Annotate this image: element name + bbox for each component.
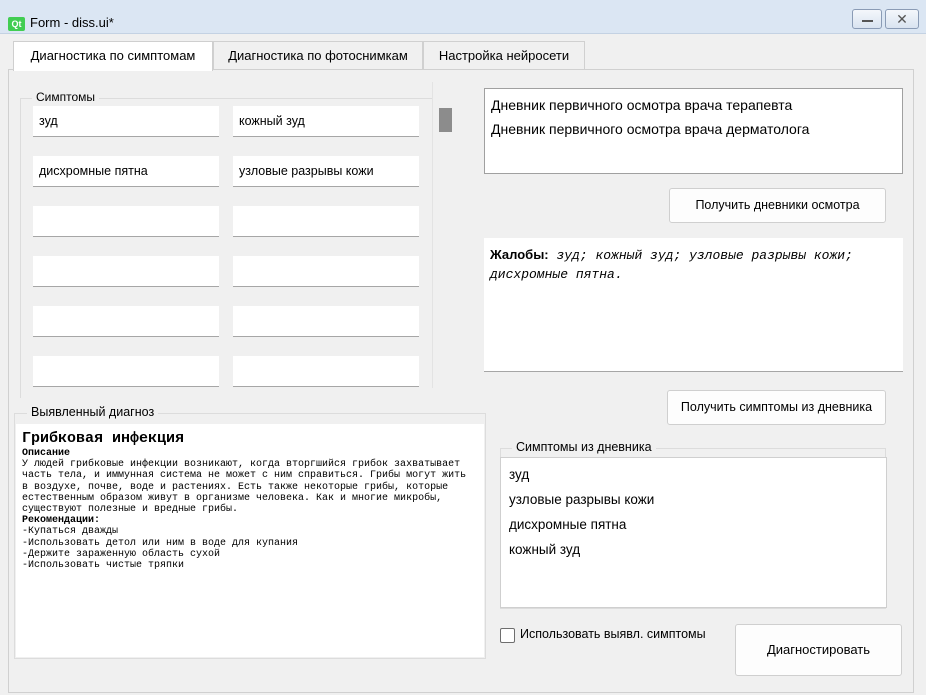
- window-title: Form - diss.ui*: [30, 15, 114, 30]
- diagnosis-heading: Грибковая инфекция: [22, 430, 185, 447]
- journal-item[interactable]: Дневник первичного осмотра врача дермато…: [491, 117, 896, 141]
- tab-symptom-diagnosis[interactable]: Диагностика по симптомам: [13, 41, 213, 71]
- recommendations-label: Рекомендации:: [22, 515, 101, 527]
- symptom-field[interactable]: [33, 306, 219, 337]
- qt-logo-icon: Qt: [8, 17, 25, 31]
- recommendation-item: -Использовать чистые тряпки: [22, 560, 185, 572]
- close-button[interactable]: ✕: [885, 9, 919, 29]
- symptom-field[interactable]: [33, 356, 219, 387]
- list-item[interactable]: узловые разрывы кожи: [509, 487, 878, 512]
- description-text: У людей грибковые инфекции возникают, ко…: [22, 459, 467, 516]
- symptoms-group-title: Симптомы: [32, 90, 100, 104]
- complaints-label: Жалобы:: [490, 247, 549, 262]
- recommendation-item: -Использовать детол или ним в воде для к…: [22, 537, 299, 549]
- diagnosis-text-area[interactable]: Грибковая инфекция Описание У людей гриб…: [16, 424, 484, 657]
- symptom-field[interactable]: [233, 356, 419, 387]
- title-bar: [0, 0, 926, 34]
- tab-photo-diagnosis[interactable]: Диагностика по фотоснимкам: [213, 41, 423, 69]
- journals-list[interactable]: Дневник первичного осмотра врача терапев…: [484, 88, 903, 174]
- diagnosis-group-title: Выявленный диагноз: [27, 405, 159, 419]
- symptom-field[interactable]: [33, 206, 219, 237]
- symptom-field[interactable]: [233, 206, 419, 237]
- tab-network-settings[interactable]: Настройка нейросети: [423, 41, 585, 69]
- minimize-button[interactable]: [852, 9, 882, 29]
- minimize-icon: [862, 20, 873, 22]
- complaints-text-area[interactable]: Жалобы: зуд; кожный зуд; узловые разрывы…: [484, 238, 903, 372]
- symptoms-scrollbar-thumb[interactable]: [439, 108, 452, 132]
- symptom-field[interactable]: [33, 106, 219, 137]
- symptom-field[interactable]: [33, 156, 219, 187]
- recommendation-item: -Держите зараженную область сухой: [22, 548, 221, 560]
- journal-symptoms-list[interactable]: зуд узловые разрывы кожи дисхромные пятн…: [500, 457, 887, 608]
- get-journals-button[interactable]: Получить дневники осмотра: [669, 188, 886, 223]
- get-symptoms-from-journal-button[interactable]: Получить симптомы из дневника: [667, 390, 886, 425]
- close-icon: ✕: [896, 11, 908, 27]
- diagnose-button[interactable]: Диагностировать: [735, 624, 902, 676]
- symptoms-groupbox: [20, 98, 432, 398]
- list-item[interactable]: кожный зуд: [509, 537, 878, 562]
- use-detected-symptoms-label[interactable]: Использовать выявл. симптомы: [520, 627, 706, 641]
- description-label: Описание: [22, 448, 71, 459]
- list-item[interactable]: дисхромные пятна: [509, 512, 878, 537]
- recommendation-item: -Купаться дважды: [22, 526, 119, 538]
- journal-symptoms-group-title: Симптомы из дневника: [512, 440, 656, 454]
- journal-item[interactable]: Дневник первичного осмотра врача терапев…: [491, 93, 896, 117]
- symptom-field[interactable]: [33, 256, 219, 287]
- list-item[interactable]: зуд: [509, 462, 878, 487]
- use-detected-symptoms-checkbox[interactable]: [500, 628, 515, 643]
- symptom-field[interactable]: [233, 156, 419, 187]
- symptom-field[interactable]: [233, 306, 419, 337]
- symptom-field[interactable]: [233, 256, 419, 287]
- symptom-field[interactable]: [233, 106, 419, 137]
